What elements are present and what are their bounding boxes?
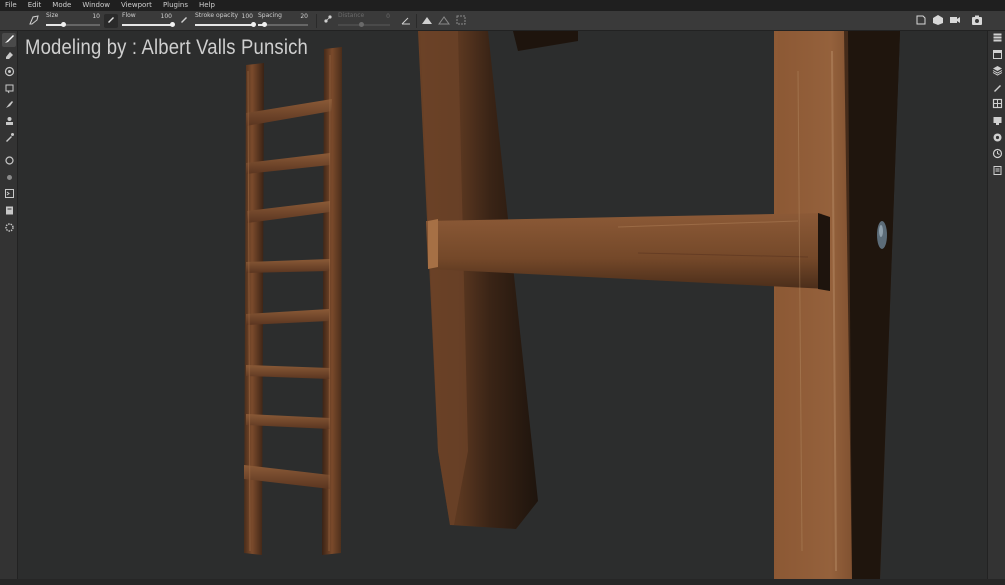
settings-icon[interactable] [2,222,16,236]
toolbar-separator [416,14,417,28]
angle-icon[interactable] [399,14,413,28]
left-tool-palette [0,31,18,579]
radial-symmetry-icon[interactable] [454,14,468,28]
brush-preset-icon[interactable] [27,14,41,28]
size-slider[interactable]: Size 10 [46,12,100,30]
viewport-overlay-credit-text: Modeling by : Albert Valls Punsich [25,36,308,59]
menu-window[interactable]: Window [82,0,110,11]
stroke-opacity-label: Stroke opacity [195,12,239,19]
screenshot-icon[interactable] [970,14,984,28]
color-picker-icon[interactable] [2,132,16,146]
lazy-mouse-icon[interactable] [321,14,335,28]
size-knob[interactable] [60,22,66,27]
eraser-icon[interactable] [2,49,16,63]
distance-slider: Distance 0 [338,12,390,30]
pen-pressure-size-icon[interactable] [104,14,118,28]
bake-icon[interactable] [2,155,16,169]
spacing-knob[interactable] [261,22,267,27]
menu-edit[interactable]: Edit [28,0,42,11]
distance-knob [358,22,364,27]
ladder-preview-small [244,47,342,555]
projection-icon[interactable] [2,66,16,80]
menu-viewport[interactable]: Viewport [121,0,152,11]
flow-label: Flow [122,12,136,19]
menu-help[interactable]: Help [199,0,215,11]
stroke-opacity-knob[interactable] [250,22,256,27]
history-icon[interactable] [990,148,1004,162]
flow-slider[interactable]: Flow 100 [122,12,175,30]
stroke-opacity-value[interactable]: 100 [242,13,253,20]
stroke-opacity-fill [195,24,253,26]
script-icon[interactable] [2,205,16,219]
menu-mode[interactable]: Mode [52,0,71,11]
toolbar-separator [316,14,317,28]
display-settings-icon[interactable] [990,115,1004,129]
3d-viewport[interactable]: Modeling by : Albert Valls Punsich [18,31,987,579]
clone-icon[interactable] [2,116,16,130]
camera-icon[interactable] [948,14,962,28]
spacing-label: Spacing [258,12,282,19]
menu-bar: File Edit Mode Window Viewport Plugins H… [0,0,1005,11]
distance-label: Distance [338,12,365,19]
size-value[interactable]: 10 [92,13,100,20]
distance-value: 0 [386,13,390,20]
ladder-closeup [418,31,900,579]
python-icon[interactable] [2,188,16,202]
texture-set-list-icon[interactable] [990,32,1004,46]
shelf-icon[interactable] [990,98,1004,112]
geometry-icon[interactable] [2,172,16,186]
painter-app-window: File Edit Mode Window Viewport Plugins H… [0,0,1005,585]
viewer-settings-icon[interactable] [990,132,1004,146]
right-panel-bar [987,31,1005,579]
spacing-value[interactable]: 20 [300,13,308,20]
smudge-icon[interactable] [2,99,16,113]
flow-knob[interactable] [169,22,175,27]
display-mode-icon[interactable] [931,14,945,28]
tool-options-bar: Size 10 Flow 100 Stroke opacity 100 Spac… [0,11,1005,31]
status-bar [0,579,1005,585]
paint-brush-icon[interactable] [2,33,16,47]
flow-value[interactable]: 100 [161,13,172,20]
flow-fill [122,24,172,26]
spacing-slider[interactable]: Spacing 20 [258,12,308,30]
layers-icon[interactable] [990,65,1004,79]
pen-pressure-flow-icon[interactable] [177,14,191,28]
properties-icon[interactable] [990,82,1004,96]
distance-track [338,24,390,26]
viewport-render [244,31,900,579]
symmetry-icon[interactable] [420,14,434,28]
size-label: Size [46,12,59,19]
texture-set-settings-icon[interactable] [990,49,1004,63]
mirror-symmetry-icon[interactable] [437,14,451,28]
menu-file[interactable]: File [5,0,17,11]
stroke-opacity-slider[interactable]: Stroke opacity 100 [195,12,256,30]
selection-mode-icon[interactable] [914,14,928,28]
menu-plugins[interactable]: Plugins [163,0,188,11]
log-icon[interactable] [990,165,1004,179]
polygon-fill-icon[interactable] [2,83,16,97]
